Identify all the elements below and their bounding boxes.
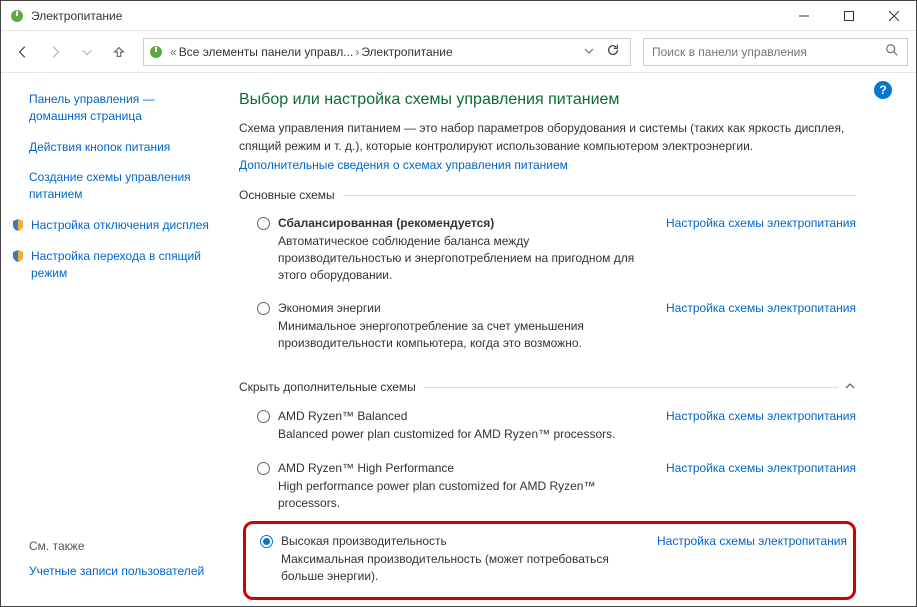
plan-name: AMD Ryzen™ Balanced	[278, 409, 654, 423]
plan-settings-link[interactable]: Настройка схемы электропитания	[666, 301, 856, 315]
radio-button[interactable]	[257, 217, 270, 230]
shield-icon	[11, 218, 25, 232]
learn-more-link[interactable]: Дополнительные сведения о схемах управле…	[239, 158, 568, 172]
address-dropdown[interactable]	[584, 45, 594, 59]
radio-button[interactable]	[257, 462, 270, 475]
up-button[interactable]	[105, 38, 133, 66]
plan-description: Автоматическое соблюдение баланса между …	[278, 233, 654, 283]
plan-description: Balanced power plan customized for AMD R…	[278, 426, 654, 443]
search-icon[interactable]	[885, 43, 899, 60]
plan-ryzen-balanced[interactable]: AMD Ryzen™ Balanced Balanced power plan …	[239, 403, 856, 455]
breadcrumb-segment[interactable]: Все элементы панели управл...	[179, 45, 354, 59]
radio-button[interactable]	[260, 535, 273, 548]
radio-button[interactable]	[257, 302, 270, 315]
breadcrumb-segment[interactable]: Электропитание	[361, 45, 452, 59]
section-header-additional[interactable]: Скрыть дополнительные схемы	[239, 380, 856, 395]
shield-icon	[11, 249, 25, 263]
plan-saver[interactable]: Экономия энергии Минимальное энергопотре…	[239, 295, 856, 364]
divider	[424, 387, 838, 388]
sidebar-item-label: Настройка перехода в спящий режим	[31, 248, 209, 282]
main-panel: ? Выбор или настройка схемы управления п…	[221, 73, 916, 606]
plan-settings-link[interactable]: Настройка схемы электропитания	[666, 409, 856, 423]
breadcrumb-prefix: «	[170, 45, 177, 59]
titlebar: Электропитание	[1, 1, 916, 31]
forward-button[interactable]	[41, 38, 69, 66]
section-title: Основные схемы	[239, 188, 335, 202]
page-title: Выбор или настройка схемы управления пит…	[239, 91, 856, 109]
plan-name: Экономия энергии	[278, 301, 654, 315]
chevron-right-icon: ›	[355, 45, 359, 59]
window: Электропитание « Все элементы панели упр…	[0, 0, 917, 607]
window-title: Электропитание	[31, 9, 122, 23]
plan-name: Сбалансированная (рекомендуется)	[278, 216, 654, 230]
content: Панель управления — домашняя страница Де…	[1, 73, 916, 606]
plan-description: Максимальная производительность (может п…	[281, 551, 645, 585]
recent-dropdown[interactable]	[73, 38, 101, 66]
radio-button[interactable]	[257, 410, 270, 423]
plan-high-performance[interactable]: Высокая производительность Максимальная …	[260, 528, 847, 589]
plan-settings-link[interactable]: Настройка схемы электропитания	[666, 216, 856, 230]
sidebar-see-also: См. также	[29, 539, 209, 553]
close-button[interactable]	[871, 1, 916, 30]
back-button[interactable]	[9, 38, 37, 66]
search-input[interactable]	[652, 45, 885, 59]
sidebar-item-label: Настройка отключения дисплея	[31, 217, 209, 234]
window-controls	[781, 1, 916, 30]
navbar: « Все элементы панели управл... › Электр…	[1, 31, 916, 73]
plan-name: Высокая производительность	[281, 534, 645, 548]
sidebar: Панель управления — домашняя страница Де…	[1, 73, 221, 606]
search-bar	[643, 38, 908, 66]
plan-description: Минимальное энергопотребление за счет ум…	[278, 318, 654, 352]
sidebar-display-off[interactable]: Настройка отключения дисплея	[11, 217, 209, 234]
page-description: Схема управления питанием — это набор па…	[239, 119, 856, 155]
plan-settings-link[interactable]: Настройка схемы электропитания	[666, 461, 856, 475]
sidebar-sleep[interactable]: Настройка перехода в спящий режим	[11, 248, 209, 282]
maximize-button[interactable]	[826, 1, 871, 30]
sidebar-button-actions[interactable]: Действия кнопок питания	[29, 139, 209, 156]
sidebar-create-plan[interactable]: Создание схемы управления питанием	[29, 169, 209, 203]
plan-settings-link[interactable]: Настройка схемы электропитания	[657, 534, 847, 548]
refresh-button[interactable]	[600, 43, 626, 60]
chevron-up-icon[interactable]	[844, 380, 856, 395]
power-icon	[148, 44, 164, 60]
plan-balanced[interactable]: Сбалансированная (рекомендуется) Автомат…	[239, 210, 856, 295]
sidebar-accounts[interactable]: Учетные записи пользователей	[29, 563, 209, 580]
divider	[343, 195, 856, 196]
plan-ryzen-high[interactable]: AMD Ryzen™ High Performance High perform…	[239, 455, 856, 524]
sidebar-home[interactable]: Панель управления — домашняя страница	[29, 91, 209, 125]
app-icon	[9, 8, 25, 24]
address-bar[interactable]: « Все элементы панели управл... › Электр…	[143, 38, 631, 66]
plan-description: High performance power plan customized f…	[278, 478, 654, 512]
section-title: Скрыть дополнительные схемы	[239, 380, 416, 394]
highlight-box: Высокая производительность Максимальная …	[243, 521, 856, 600]
help-icon[interactable]: ?	[874, 81, 892, 99]
plan-name: AMD Ryzen™ High Performance	[278, 461, 654, 475]
minimize-button[interactable]	[781, 1, 826, 30]
section-header-basic: Основные схемы	[239, 188, 856, 202]
title-left: Электропитание	[9, 8, 122, 24]
